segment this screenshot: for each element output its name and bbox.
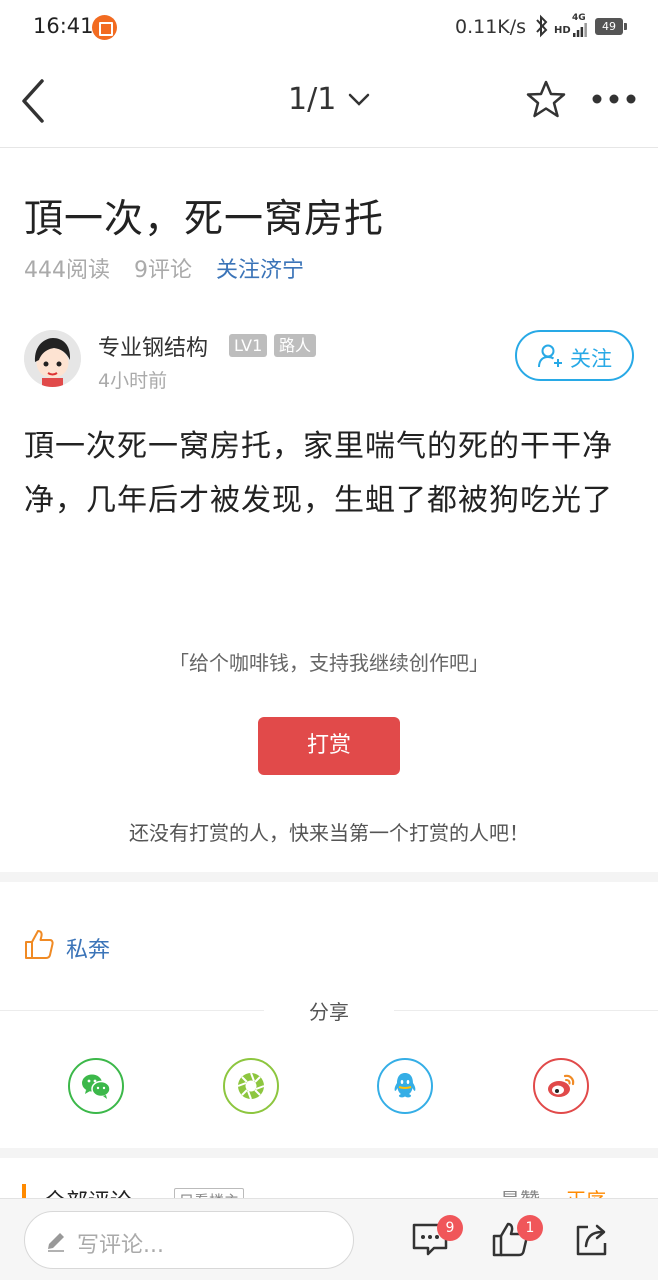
nav-bar: 1/1 [0,56,658,148]
reward-button[interactable]: 打赏 [258,717,400,775]
role-badge: 路人 [274,334,317,357]
section-divider-2 [0,1148,658,1158]
signal-icon [573,23,587,37]
weibo-share-button[interactable] [533,1058,589,1114]
comment-count-badge: 9 [437,1215,463,1241]
weibo-icon [548,1074,575,1097]
wechat-share-button[interactable] [68,1058,124,1114]
more-icon[interactable] [590,92,638,106]
sort-order-tab[interactable]: 正序 [566,1184,606,1198]
like-count-badge: 1 [517,1215,543,1241]
comments-header: 全部评论 只看楼主 最赞 正序 [0,1158,658,1198]
moments-icon [237,1072,265,1100]
add-user-icon [538,344,562,368]
qq-icon [394,1073,416,1098]
comment-count: 9评论 [134,258,192,283]
avatar[interactable] [24,330,81,387]
status-bar: 16:41 0.11K/s HD 4G 49 [0,0,658,56]
app-notification-icon [92,15,117,40]
sort-hot-tab[interactable]: 最赞 [500,1184,540,1198]
section-divider [0,872,658,882]
wechat-icon [82,1074,111,1099]
network-type: 4G [572,13,586,23]
article-body: 頂一次死一窝房托，家里喘气的死的干干净净，几年后才被发现，生蛆了都被狗吃光了 [24,429,613,518]
thumbs-up-icon[interactable] [24,928,54,960]
read-count: 444阅读 [24,258,110,283]
chevron-down-icon[interactable] [347,90,371,110]
page-indicator[interactable]: 1/1 [288,82,336,117]
pencil-icon [48,1233,64,1252]
bluetooth-icon [536,14,548,38]
star-icon[interactable] [526,79,566,119]
comment-input-placeholder: 写评论... [77,1233,164,1258]
like-label[interactable]: 私奔 [66,932,110,964]
level-badge: LV1 [229,334,268,357]
avatar-image [24,330,81,387]
moments-share-button[interactable] [223,1058,279,1114]
follow-city-link[interactable]: 关注济宁 [216,258,304,283]
reward-slogan: 「给个咖啡钱，支持我继续创作吧」 [169,651,489,675]
share-icon[interactable] [572,1219,612,1259]
share-title: 分享 [264,996,394,1025]
only-author-toggle[interactable]: 只看楼主 [174,1188,245,1198]
status-time: 16:41 [33,14,94,38]
hd-label: HD [554,25,571,36]
battery-icon: 49 [595,18,627,35]
comments-accent-bar [22,1184,26,1198]
bottom-bar: 写评论... 9 1 [0,1198,658,1280]
network-speed: 0.11K/s [455,16,527,38]
author-name[interactable]: 专业钢结构 [98,330,208,362]
follow-button[interactable]: 关注 [515,330,634,381]
post-time: 4小时前 [98,370,168,392]
comment-input[interactable]: 写评论... [24,1211,354,1269]
comments-title: 全部评论 [44,1184,132,1198]
qq-share-button[interactable] [377,1058,433,1114]
reward-tip: 还没有打赏的人，快来当第一个打赏的人吧！ [129,821,529,845]
article-meta: 444阅读 9评论 关注济宁 [24,252,321,284]
back-icon[interactable] [14,76,54,126]
follow-button-label: 关注 [570,347,612,371]
article-title: 頂一次，死一窝房托 [24,197,385,242]
